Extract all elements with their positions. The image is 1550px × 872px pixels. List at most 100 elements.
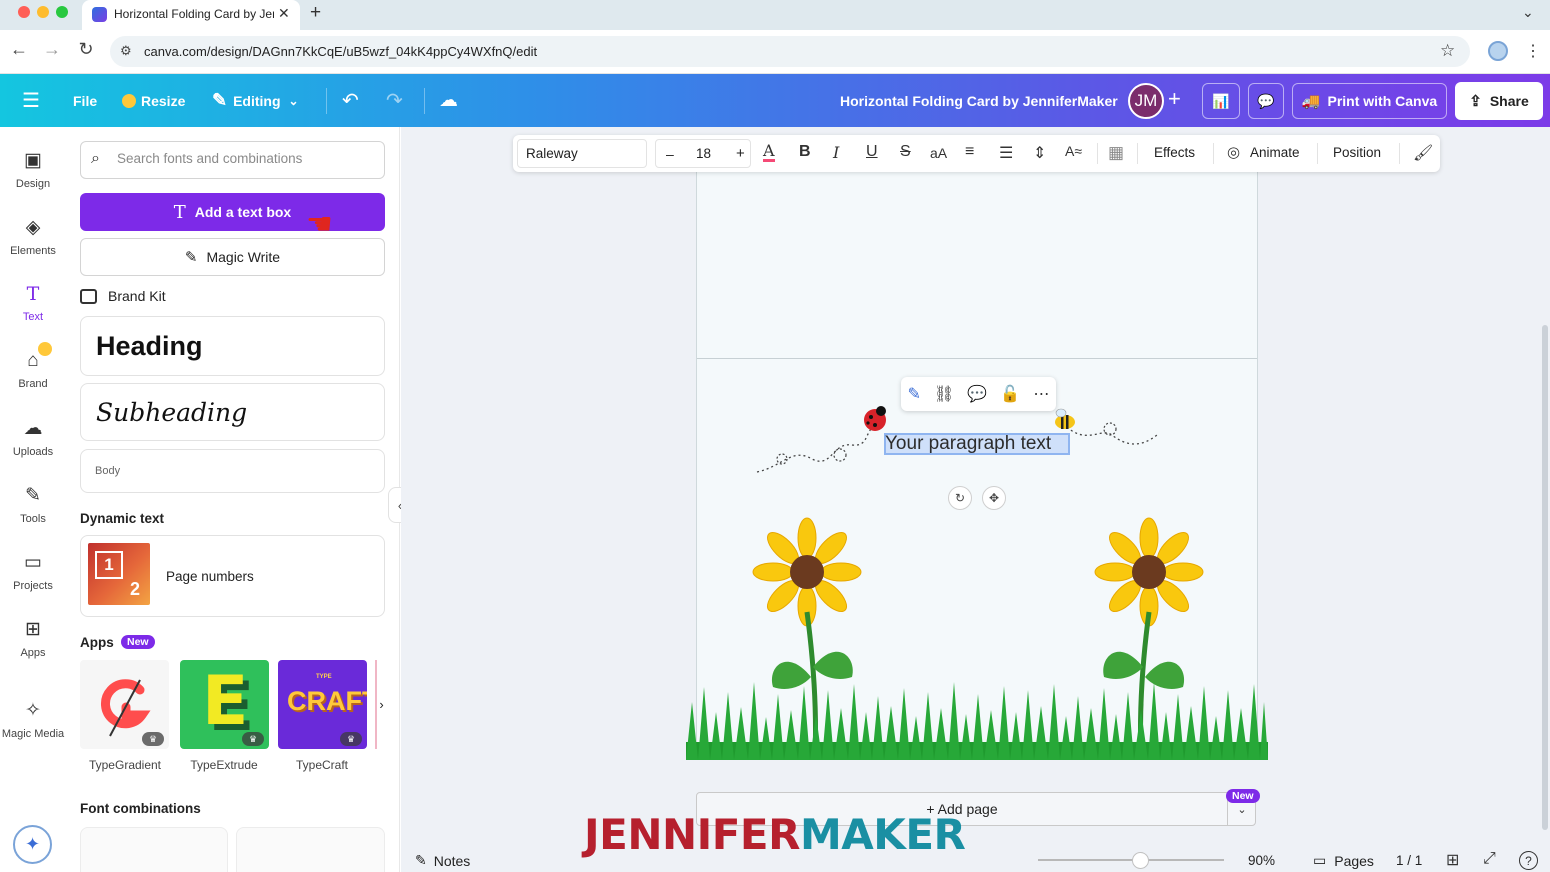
page-numbers-card[interactable]: 1 2 Page numbers	[80, 535, 385, 617]
spacing-icon[interactable]: ⇕	[1033, 143, 1046, 163]
paragraph-text-box[interactable]: Your paragraph text	[885, 433, 1069, 455]
bookmark-star-icon[interactable]: ☆	[1440, 41, 1455, 61]
rail-item-design[interactable]: ▣ Design	[0, 149, 66, 190]
minimize-window-button[interactable]	[37, 6, 49, 18]
notes-button[interactable]: ✎ Notes	[415, 852, 470, 869]
vertical-scrollbar[interactable]	[1542, 325, 1548, 830]
lock-icon[interactable]: 🔓	[1000, 384, 1020, 404]
animate-icon[interactable]: ◎	[1227, 143, 1240, 161]
premium-crown-icon: ♛	[142, 732, 164, 746]
rotate-handle-icon[interactable]: ↻	[948, 486, 972, 510]
bold-icon[interactable]: B	[799, 143, 811, 161]
notes-label: Notes	[433, 852, 471, 869]
rail-item-brand[interactable]: ⌂ Brand	[0, 350, 66, 390]
body-style-button[interactable]: Body	[80, 449, 385, 493]
browser-tab[interactable]: Horizontal Folding Card by JenniferMaker…	[82, 0, 300, 30]
browser-tab-strip: Horizontal Folding Card by JenniferMaker…	[0, 0, 1550, 30]
font-family-dropdown[interactable]: Raleway	[517, 139, 647, 168]
strikethrough-icon[interactable]: S	[900, 143, 911, 161]
rail-item-apps[interactable]: ⊞ Apps	[0, 618, 66, 659]
app-card-typecraft[interactable]: TYPE CRAFT ♛	[278, 660, 367, 749]
new-tab-icon[interactable]: +	[310, 2, 321, 24]
app-card-typegradient[interactable]: ♛	[80, 660, 169, 749]
help-icon[interactable]: ?	[1519, 851, 1538, 870]
reload-icon[interactable]: ↻	[75, 39, 97, 60]
canva-assistant-icon[interactable]: ✦	[13, 825, 52, 864]
share-button[interactable]: ⇪ Share	[1455, 82, 1543, 120]
hamburger-menu-icon[interactable]: ☰	[22, 74, 40, 127]
move-handle-icon[interactable]: ✥	[982, 486, 1006, 510]
rail-item-uploads[interactable]: ☁ Uploads	[0, 417, 66, 458]
resize-button[interactable]: Resize	[122, 74, 185, 127]
comment-icon[interactable]: 💬	[1248, 83, 1284, 119]
grid-view-icon[interactable]: ⊞	[1446, 850, 1459, 870]
chevron-down-icon[interactable]: ⌄	[1522, 4, 1534, 21]
brand-kit-header[interactable]: Brand Kit	[80, 288, 166, 304]
url-field[interactable]: ⚙ canva.com/design/DAGnn7KkCqE/uB5wzf_04…	[110, 36, 1470, 67]
font-combination-card[interactable]	[80, 827, 228, 872]
link-icon[interactable]: ⛓	[934, 384, 954, 404]
italic-icon[interactable]: I	[833, 143, 839, 162]
heading-style-button[interactable]: Heading	[80, 316, 385, 376]
text-color-icon[interactable]: A	[763, 143, 775, 162]
profile-avatar[interactable]	[1488, 41, 1508, 61]
redo-icon[interactable]: ↷	[386, 74, 403, 127]
letter-case-button[interactable]: aA	[930, 145, 947, 161]
add-text-box-button[interactable]: T Add a text box	[80, 193, 385, 231]
magic-edit-icon[interactable]: ✎	[908, 384, 921, 404]
text-effects-icon[interactable]: A≈	[1065, 143, 1082, 159]
design-page[interactable]: ✎ ⛓ 💬 🔓 ⋯ Your paragraph text ↻ ✥	[686, 171, 1268, 760]
increase-font-size-button[interactable]: +	[736, 145, 745, 162]
close-tab-icon[interactable]: ✕	[278, 5, 290, 22]
invite-plus-icon[interactable]: +	[1168, 86, 1181, 112]
undo-icon[interactable]: ↶	[342, 74, 359, 127]
rail-item-elements[interactable]: ◈ Elements	[0, 216, 66, 257]
site-settings-icon[interactable]: ⚙	[120, 43, 132, 59]
text-icon: T	[173, 201, 186, 223]
decrease-font-size-button[interactable]: –	[666, 146, 674, 162]
app-card-typeextrude[interactable]: E ♛	[180, 660, 269, 749]
zoom-slider-handle[interactable]	[1131, 852, 1149, 869]
chevron-right-icon[interactable]: ›	[375, 660, 386, 749]
print-with-canva-button[interactable]: 🚚 Print with Canva	[1292, 83, 1447, 119]
fold-line	[697, 358, 1257, 359]
pages-button[interactable]: ▭ Pages	[1313, 852, 1374, 869]
subheading-style-button[interactable]: Subheading	[80, 383, 385, 441]
copy-style-paint-roller-icon[interactable]: 🖌	[1413, 143, 1433, 163]
align-center-icon[interactable]: ≡	[965, 143, 974, 161]
document-title[interactable]: Horizontal Folding Card by JenniferMaker	[840, 74, 1118, 127]
position-button[interactable]: Position	[1333, 145, 1381, 160]
more-options-icon[interactable]: ⋯	[1033, 384, 1049, 404]
rail-item-tools[interactable]: ✎ Tools	[0, 484, 66, 525]
effects-button[interactable]: Effects	[1154, 145, 1195, 160]
apps-icon: ⊞	[25, 619, 41, 640]
user-avatar[interactable]: JM	[1128, 83, 1164, 119]
list-icon[interactable]: ☰	[999, 143, 1013, 163]
underline-icon[interactable]: U	[866, 143, 878, 161]
browser-menu-icon[interactable]: ⋮	[1525, 41, 1541, 61]
zoom-level[interactable]: 90%	[1248, 853, 1275, 868]
rail-item-label: Brand	[18, 378, 48, 390]
rail-item-text[interactable]: T Text	[0, 283, 66, 323]
font-search-box[interactable]: ⌕	[80, 141, 385, 179]
forward-icon[interactable]: →	[41, 39, 63, 60]
animate-button[interactable]: Animate	[1250, 145, 1300, 160]
font-size-input[interactable]: 18	[696, 146, 711, 161]
back-icon[interactable]: ←	[8, 39, 30, 60]
search-input[interactable]	[117, 151, 367, 166]
cloud-saved-icon[interactable]: ☁	[439, 74, 458, 127]
text-side-panel: ⌕ T Add a text box ☚ ✎ Magic Write Brand…	[66, 127, 400, 872]
fullscreen-icon[interactable]: ⤢	[1483, 850, 1496, 868]
close-window-button[interactable]	[18, 6, 30, 18]
comment-icon[interactable]: 💬	[967, 384, 987, 404]
premium-crown-icon: ♛	[242, 732, 264, 746]
transparency-icon[interactable]: ▦	[1108, 143, 1124, 163]
editing-mode-button[interactable]: ✎ Editing ⌄	[212, 74, 299, 127]
maximize-window-button[interactable]	[56, 6, 68, 18]
insights-chart-icon[interactable]: 📊	[1202, 83, 1240, 119]
rail-item-projects[interactable]: ▭ Projects	[0, 551, 66, 592]
magic-write-button[interactable]: ✎ Magic Write	[80, 238, 385, 276]
font-combination-card[interactable]	[236, 827, 385, 872]
file-menu[interactable]: File	[73, 74, 97, 127]
rail-item-magic-media[interactable]: ✧ Magic Media	[0, 699, 66, 740]
